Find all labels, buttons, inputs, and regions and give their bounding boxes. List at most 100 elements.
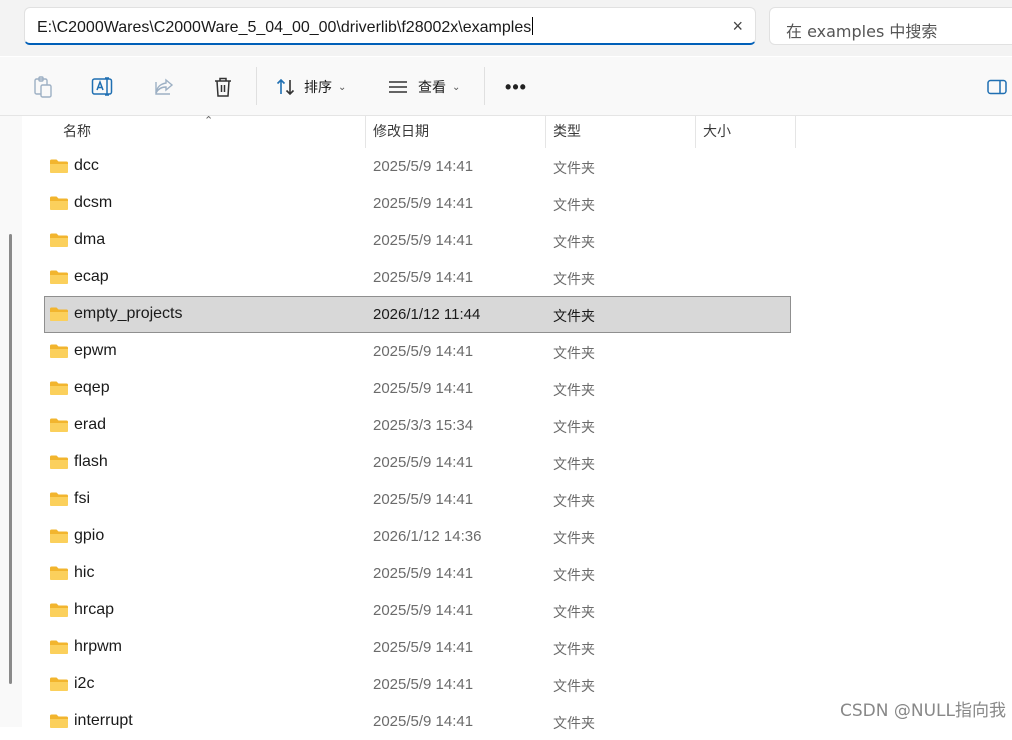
folder-icon [49,232,69,253]
sort-label: 排序 [304,80,332,96]
paste-button[interactable] [30,71,56,103]
file-list-pane: 名称 ⌃ 修改日期 类型 大小 dcc 2025/5/9 14:41 文件夹 dcsm… [0,115,1012,732]
folder-icon [49,565,69,586]
folder-icon [49,195,69,216]
sort-button[interactable]: 排序 ⌄ [276,71,346,103]
folder-icon [49,676,69,697]
column-divider[interactable] [365,116,366,148]
trash-icon [215,77,231,97]
details-pane-button[interactable] [986,79,1008,100]
view-icon [389,81,407,93]
file-modified: 2025/5/9 14:41 [373,602,474,619]
nav-pane-edge [0,116,22,727]
file-name: hic [74,564,95,581]
file-row[interactable]: empty_projects 2026/1/12 11:44 文件夹 [44,296,791,333]
column-divider[interactable] [795,116,796,148]
file-row[interactable]: erad 2025/3/3 15:34 文件夹 [44,407,791,444]
view-label: 查看 [418,80,446,96]
file-name: dma [74,231,106,248]
file-modified: 2025/5/9 14:41 [373,380,474,397]
more-icon: ••• [505,76,527,97]
toolbar-separator [484,67,485,105]
column-divider[interactable] [695,116,696,148]
rename-button[interactable] [90,71,116,103]
file-modified: 2025/5/9 14:41 [373,639,474,656]
file-type: 文件夹 [553,679,595,695]
column-header-name[interactable]: 名称 [63,116,91,148]
file-name: flash [74,453,108,470]
more-options-button[interactable]: ••• [503,71,529,103]
file-row[interactable]: flash 2025/5/9 14:41 文件夹 [44,444,791,481]
share-icon [155,78,174,95]
file-type: 文件夹 [553,420,595,436]
file-type: 文件夹 [553,235,595,251]
folder-icon [49,380,69,401]
file-name: eqep [74,379,110,396]
file-modified: 2025/5/9 14:41 [373,676,474,693]
file-type: 文件夹 [553,642,595,658]
folder-icon [49,454,69,475]
file-row[interactable]: fsi 2025/5/9 14:41 文件夹 [44,481,791,518]
rename-icon [91,77,113,96]
chevron-down-icon: ⌄ [452,81,461,93]
folder-icon [49,417,69,438]
file-row[interactable]: hrcap 2025/5/9 14:41 文件夹 [44,592,791,629]
file-type: 文件夹 [553,346,595,362]
file-row[interactable]: epwm 2025/5/9 14:41 文件夹 [44,333,791,370]
file-name: empty_projects [74,305,183,322]
file-row[interactable]: hic 2025/5/9 14:41 文件夹 [44,555,791,592]
watermark: CSDN @NULL指向我 [840,701,1006,721]
delete-button[interactable] [212,71,234,103]
file-type: 文件夹 [553,272,595,288]
folder-icon [49,528,69,549]
file-name: ecap [74,268,109,285]
view-button[interactable]: 查看 ⌄ [388,71,460,103]
share-button[interactable] [152,71,176,103]
folder-icon [49,158,69,179]
file-name: hrcap [74,601,115,618]
column-header-size[interactable]: 大小 [703,116,731,148]
file-row[interactable]: dcsm 2025/5/9 14:41 文件夹 [44,185,791,222]
column-divider[interactable] [545,116,546,148]
column-header-modified[interactable]: 修改日期 [373,116,429,148]
address-path[interactable]: E:\C2000Wares\C2000Ware_5_04_00_00\drive… [37,17,534,37]
search-placeholder: 在 examples 中搜索 [786,22,938,41]
file-row[interactable]: dma 2025/5/9 14:41 文件夹 [44,222,791,259]
scrollbar-thumb[interactable] [9,234,12,684]
file-type: 文件夹 [553,494,595,510]
file-name: dcsm [74,194,113,211]
file-row[interactable]: eqep 2025/5/9 14:41 文件夹 [44,370,791,407]
file-name: erad [74,416,107,433]
file-row[interactable]: interrupt 2025/5/9 14:41 文件夹 [44,703,791,740]
address-bar[interactable]: E:\C2000Wares\C2000Ware_5_04_00_00\drive… [24,7,756,45]
file-row[interactable]: i2c 2025/5/9 14:41 文件夹 [44,666,791,703]
file-modified: 2025/5/9 14:41 [373,491,474,508]
file-type: 文件夹 [553,457,595,473]
file-modified: 2025/5/9 14:41 [373,232,474,249]
file-modified: 2025/5/9 14:41 [373,565,474,582]
column-header-row: 名称 ⌃ 修改日期 类型 大小 [44,115,796,148]
sort-ascending-icon: ⌃ [204,115,214,127]
search-input[interactable]: 在 examples 中搜索 [769,7,1012,45]
file-modified: 2025/5/9 14:41 [373,343,474,360]
file-type: 文件夹 [553,605,595,621]
file-rows: dcc 2025/5/9 14:41 文件夹 dcsm 2025/5/9 14:41 文件… [44,148,792,740]
file-type: 文件夹 [553,383,595,399]
paste-icon [34,76,52,98]
file-type: 文件夹 [553,161,595,177]
folder-icon [49,602,69,623]
file-name: i2c [74,675,95,692]
clear-icon[interactable]: × [732,15,743,37]
file-name: hrpwm [74,638,123,655]
folder-icon [49,306,69,327]
command-bar: 排序 ⌄ 查看 ⌄ ••• [0,57,1012,116]
column-header-type[interactable]: 类型 [553,116,581,148]
file-row[interactable]: gpio 2026/1/12 14:36 文件夹 [44,518,791,555]
file-row[interactable]: dcc 2025/5/9 14:41 文件夹 [44,148,791,185]
file-row[interactable]: ecap 2025/5/9 14:41 文件夹 [44,259,791,296]
file-name: dcc [74,157,99,174]
file-modified: 2025/5/9 14:41 [373,454,474,471]
file-row[interactable]: hrpwm 2025/5/9 14:41 文件夹 [44,629,791,666]
file-type: 文件夹 [553,198,595,214]
folder-icon [49,713,69,734]
